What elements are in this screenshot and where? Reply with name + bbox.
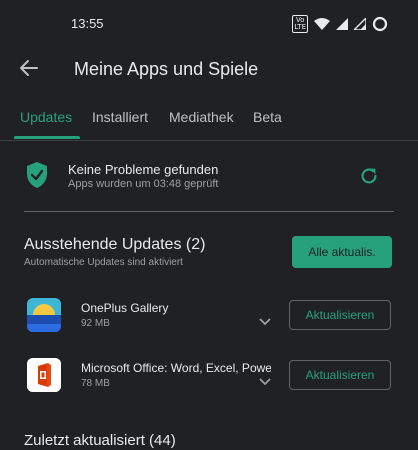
app-name: Microsoft Office: Word, Excel, Power — [81, 361, 271, 375]
pending-updates-title: Ausstehende Updates (2) — [24, 236, 206, 253]
app-name: OnePlus Gallery — [81, 301, 169, 315]
divider — [24, 211, 394, 212]
refresh-icon[interactable] — [358, 165, 380, 187]
status-time: 13:55 — [71, 16, 104, 31]
signal-2-icon — [354, 18, 366, 30]
tab-bar: Updates Installiert Mediathek Beta — [0, 100, 418, 141]
shield-check-icon — [27, 162, 47, 188]
protect-status-subtitle: Apps wurden um 03:48 geprüft — [68, 178, 219, 190]
app-size: 78 MB — [81, 378, 110, 389]
status-icons: Vo LTE — [292, 15, 388, 33]
protect-status-title: Keine Probleme gefunden — [68, 162, 219, 177]
recently-updated-title: Zuletzt aktualisiert (44) — [24, 432, 176, 449]
oneplus-gallery-icon — [27, 298, 61, 332]
wifi-icon — [314, 18, 330, 30]
chevron-down-icon[interactable] — [258, 377, 272, 387]
back-arrow-icon[interactable] — [17, 56, 41, 80]
microsoft-office-icon — [27, 358, 61, 392]
tab-installiert[interactable]: Installiert — [92, 109, 148, 125]
auto-update-status: Automatische Updates sind aktiviert — [24, 257, 183, 268]
signal-icon — [336, 18, 348, 30]
app-size: 92 MB — [81, 318, 110, 329]
tab-updates[interactable]: Updates — [20, 109, 72, 125]
update-button[interactable]: Aktualisieren — [289, 300, 391, 330]
update-button[interactable]: Aktualisieren — [289, 360, 391, 390]
volte-icon: Vo LTE — [292, 15, 308, 33]
chevron-down-icon[interactable] — [258, 317, 272, 327]
battery-icon — [372, 16, 388, 32]
page-title: Meine Apps und Spiele — [74, 59, 259, 79]
tab-mediathek[interactable]: Mediathek — [169, 109, 234, 125]
tab-beta[interactable]: Beta — [253, 109, 282, 125]
update-all-button[interactable]: Alle aktualis. — [292, 236, 392, 268]
tab-indicator — [14, 136, 80, 139]
